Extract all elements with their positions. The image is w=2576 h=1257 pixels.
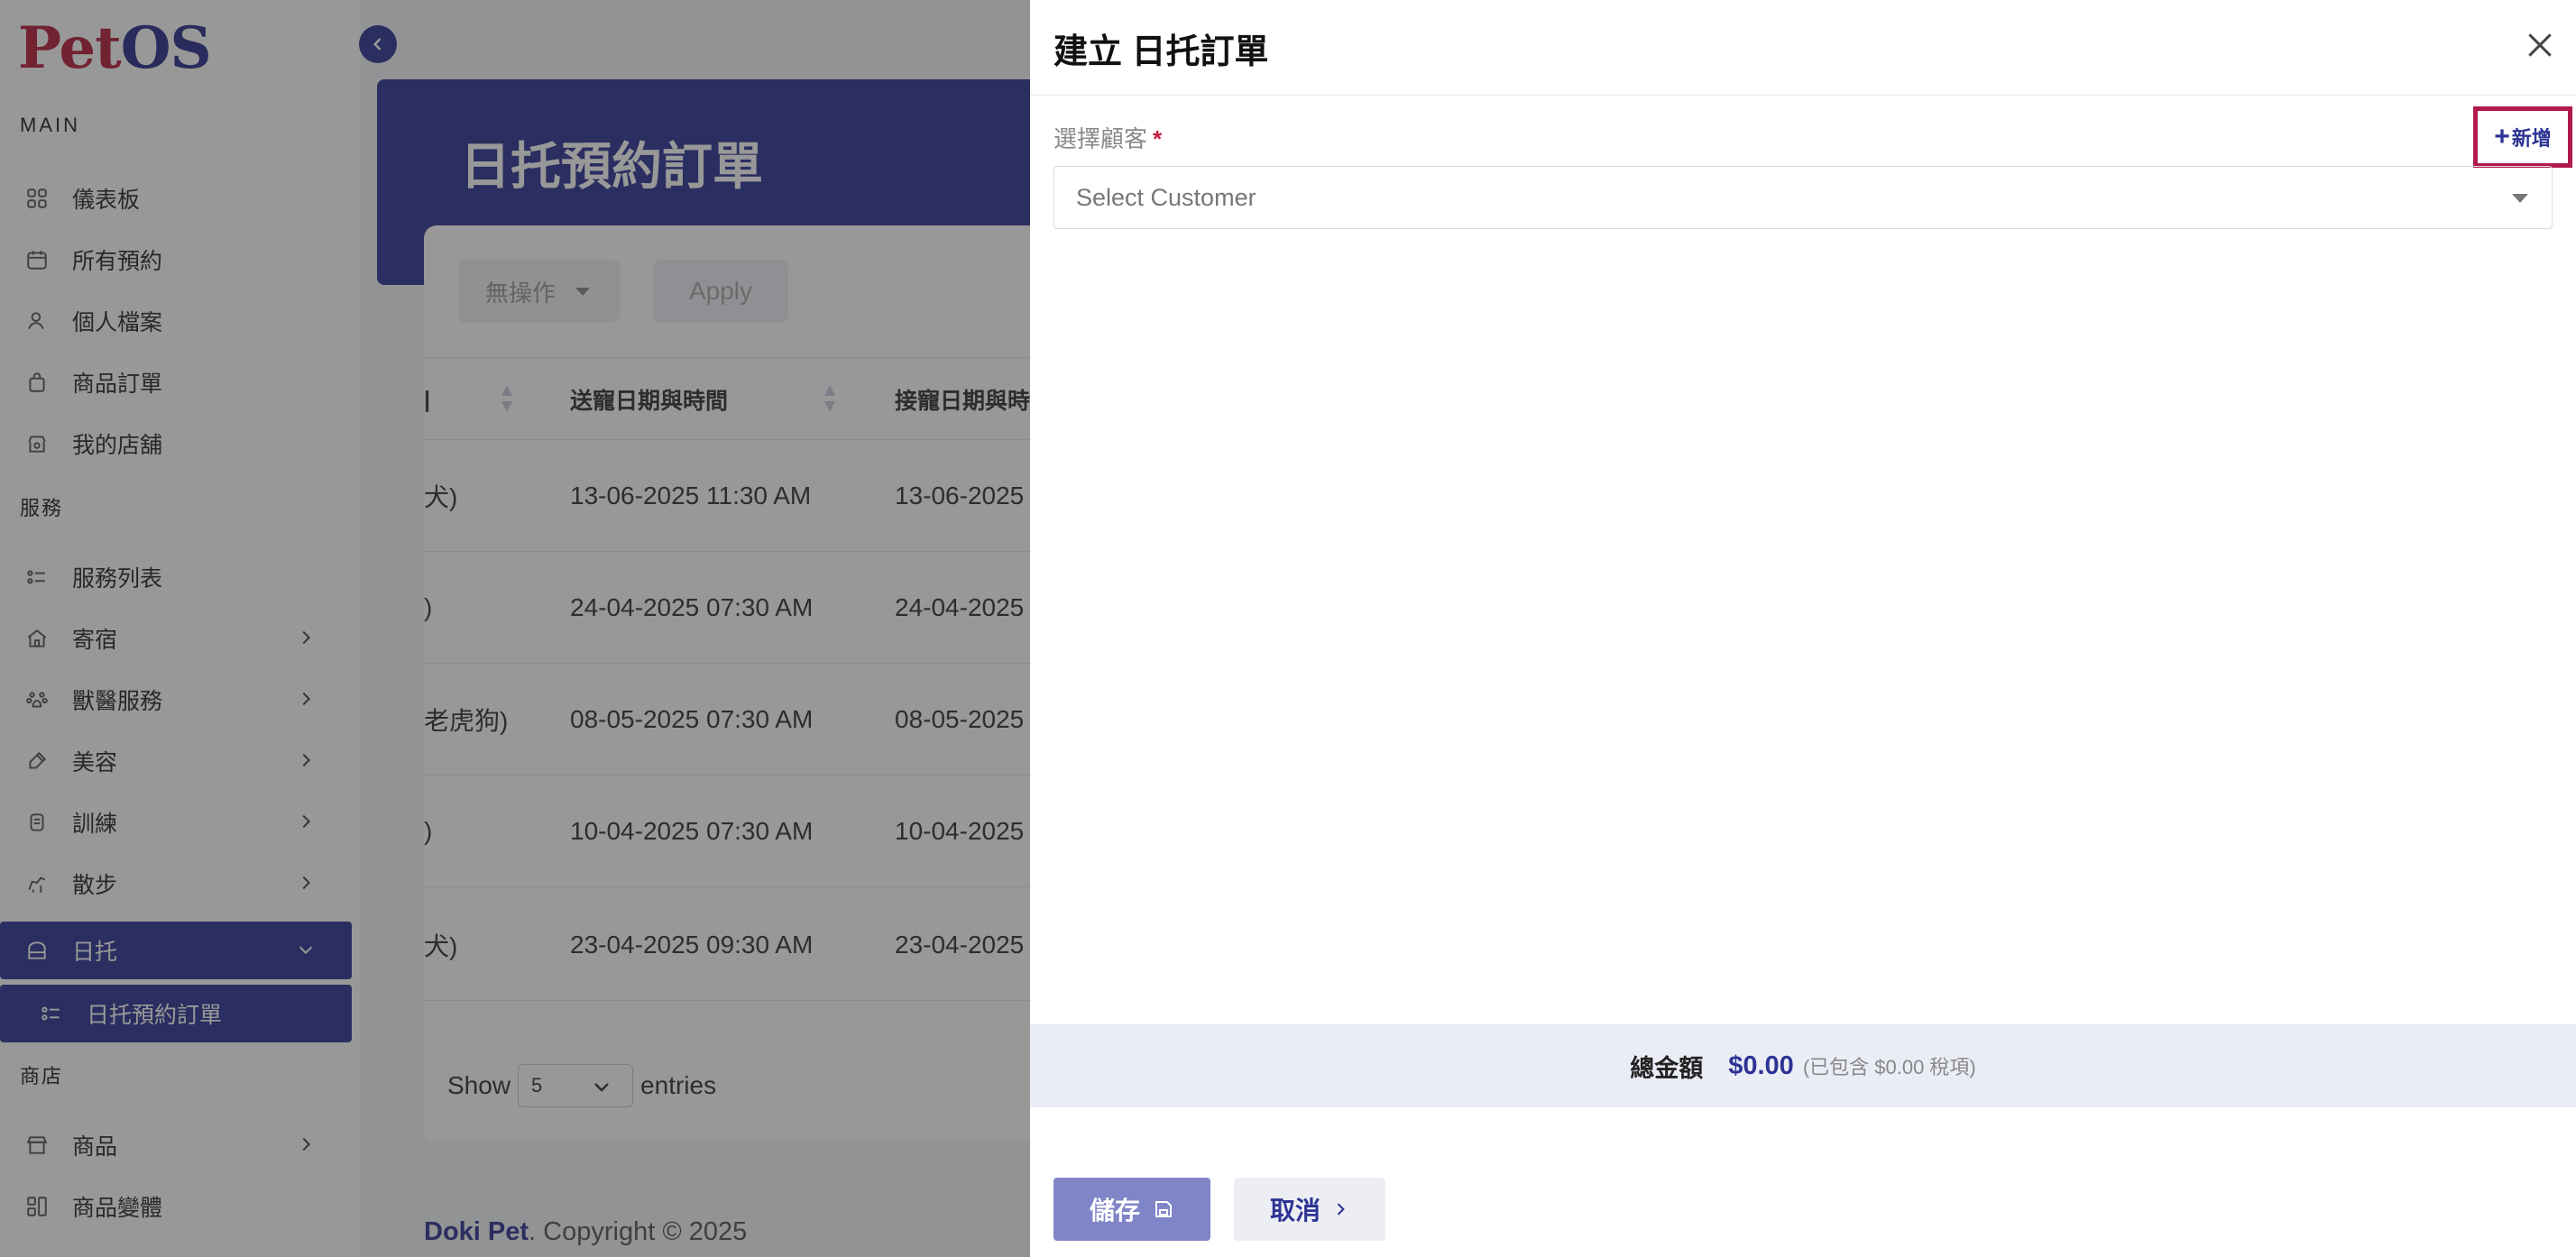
add-customer-button[interactable]: + 新增 <box>2473 106 2572 168</box>
save-label: 儲存 <box>1089 1197 1140 1225</box>
close-icon[interactable] <box>2522 27 2558 63</box>
total-bar: 總金額 $0.00 (已包含 $0.00 稅項) <box>1030 1024 2576 1107</box>
add-customer-label: 新增 <box>2511 127 2552 150</box>
cancel-label: 取消 <box>1269 1197 1320 1225</box>
chevron-right-icon <box>1337 1203 1345 1216</box>
total-amount: $0.00 <box>1728 1051 1794 1080</box>
create-daycare-order-drawer: 建立 日托訂單 選擇顧客 * + 新增 Select Customer 總金額 $… <box>1030 0 2576 1257</box>
total-tax-note: (已包含 $0.00 稅項) <box>1802 1056 1976 1078</box>
customer-select-placeholder: Select Customer <box>1076 183 1256 211</box>
save-icon <box>1155 1201 1172 1217</box>
total-label: 總金額 <box>1630 1054 1704 1082</box>
drawer-header: 建立 日托訂單 <box>1030 0 2576 96</box>
drawer-title: 建立 日托訂單 <box>1053 33 1269 71</box>
cancel-button[interactable]: 取消 <box>1234 1178 1385 1241</box>
customer-label-text: 選擇顧客 <box>1053 125 1148 152</box>
save-button[interactable]: 儲存 <box>1053 1178 1210 1241</box>
plus-icon: + <box>2494 122 2510 151</box>
caret-down-icon <box>2512 194 2528 203</box>
customer-field-label: 選擇顧客 * <box>1053 121 1162 154</box>
customer-select[interactable]: Select Customer <box>1053 166 2553 229</box>
modal-backdrop[interactable] <box>0 0 1030 1257</box>
required-mark: * <box>1153 125 1163 152</box>
